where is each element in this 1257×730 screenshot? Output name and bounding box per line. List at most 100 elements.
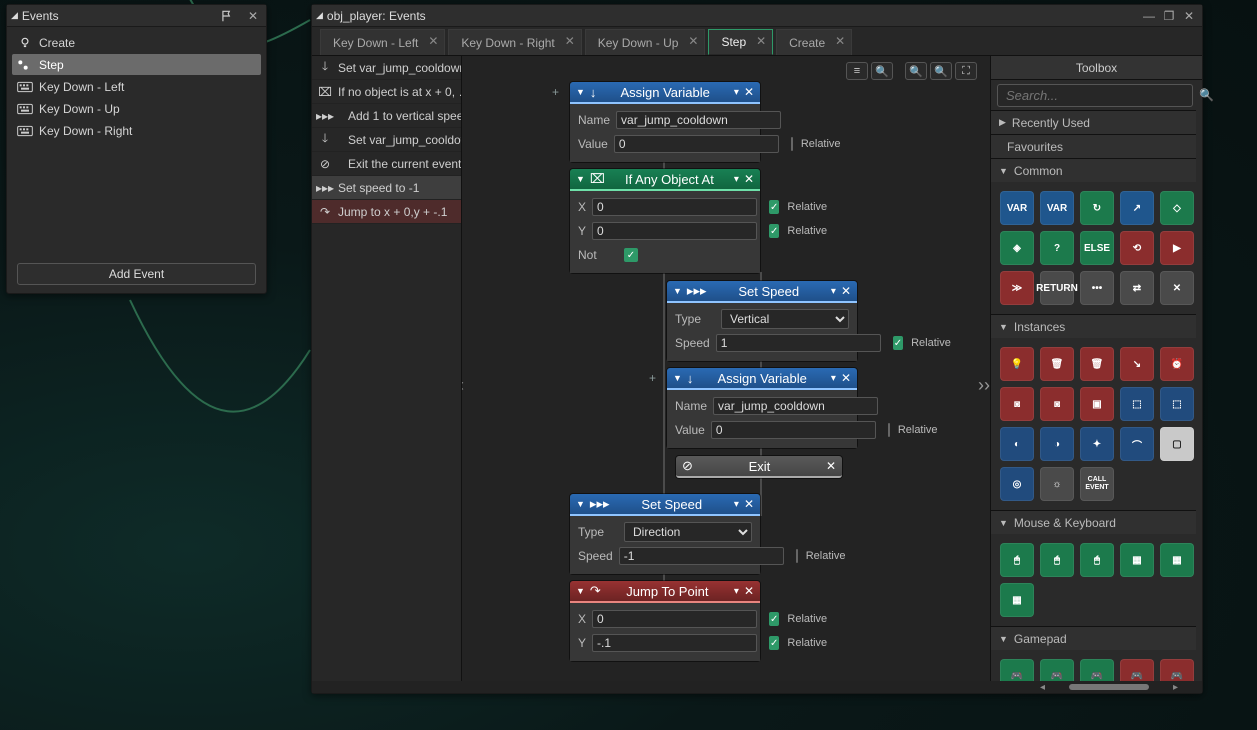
scroll-left-arrow-icon[interactable]: ◂ bbox=[1040, 682, 1045, 693]
action-tile[interactable]: ▦ bbox=[1160, 543, 1194, 577]
section-mouse-keyboard[interactable]: Mouse & Keyboard bbox=[991, 510, 1196, 534]
close-tab-icon[interactable]: ✕ bbox=[565, 34, 575, 48]
action-tile[interactable]: 🖱 bbox=[1000, 543, 1034, 577]
action-row[interactable]: ▸▸▸Set speed to -1 bbox=[312, 176, 461, 200]
x-input[interactable] bbox=[592, 198, 757, 216]
action-tile[interactable]: ◙ bbox=[1040, 387, 1074, 421]
action-tile[interactable]: ▢ bbox=[1160, 427, 1194, 461]
action-tile[interactable]: ⟲ bbox=[1120, 231, 1154, 265]
fullscreen-icon[interactable]: ⛶ bbox=[955, 62, 977, 80]
action-tile[interactable]: ◐ bbox=[1000, 427, 1034, 461]
relative-checkbox[interactable]: ✓ bbox=[769, 200, 779, 214]
action-tile[interactable]: RETURN bbox=[1040, 271, 1074, 305]
action-tile[interactable]: ⌒ bbox=[1120, 427, 1154, 461]
not-checkbox[interactable]: ✓ bbox=[624, 248, 638, 262]
action-tile[interactable]: ◙ bbox=[1000, 387, 1034, 421]
action-row[interactable]: ▸▸▸Add 1 to vertical speed bbox=[312, 104, 461, 128]
value-input[interactable] bbox=[614, 135, 779, 153]
name-input[interactable] bbox=[713, 397, 878, 415]
close-node-icon[interactable]: ✕ bbox=[744, 85, 754, 99]
action-tile[interactable]: ☼ bbox=[1040, 467, 1074, 501]
close-panel-icon[interactable]: ✕ bbox=[244, 9, 262, 23]
action-tile[interactable]: 🖱 bbox=[1080, 543, 1114, 577]
action-tile[interactable]: ◎ bbox=[1000, 467, 1034, 501]
action-tile[interactable]: VAR bbox=[1000, 191, 1034, 225]
type-select[interactable]: Direction bbox=[624, 522, 752, 542]
section-common[interactable]: Common bbox=[991, 158, 1196, 182]
action-tile[interactable]: ••• bbox=[1080, 271, 1114, 305]
action-tile[interactable]: 🎮 bbox=[1080, 659, 1114, 681]
section-gamepad[interactable]: Gamepad bbox=[991, 626, 1196, 650]
close-tab-icon[interactable]: ✕ bbox=[756, 34, 766, 48]
node-assign-variable[interactable]: + ▼↓Assign Variable▾✕ Name ValueRelative bbox=[667, 368, 857, 448]
main-titlebar[interactable]: ◢ obj_player: Events — ❐ ✕ bbox=[312, 5, 1202, 27]
action-tile[interactable]: 💡 bbox=[1000, 347, 1034, 381]
flag-icon[interactable] bbox=[220, 9, 234, 23]
event-item-key-up[interactable]: Key Down - Up bbox=[12, 98, 261, 119]
search-icon[interactable]: 🔍 bbox=[1199, 88, 1214, 102]
action-tile[interactable]: CALL EVENT bbox=[1080, 467, 1114, 501]
action-tile[interactable]: ✦ bbox=[1080, 427, 1114, 461]
value-input[interactable] bbox=[711, 421, 876, 439]
close-node-icon[interactable]: ✕ bbox=[744, 172, 754, 186]
relative-checkbox[interactable]: ✓ bbox=[769, 612, 779, 626]
action-tile[interactable]: ↗ bbox=[1120, 191, 1154, 225]
action-tile[interactable]: VAR bbox=[1040, 191, 1074, 225]
action-tile[interactable]: ⬚ bbox=[1120, 387, 1154, 421]
action-row[interactable]: 🡓Set var_jump_cooldown bbox=[312, 128, 461, 152]
search-input[interactable] bbox=[997, 84, 1193, 107]
y-input[interactable] bbox=[592, 222, 757, 240]
scroll-right-icon[interactable]: ›› bbox=[978, 375, 990, 396]
action-tile[interactable]: 🗑 bbox=[1040, 347, 1074, 381]
action-row[interactable]: ⊘Exit the current event bbox=[312, 152, 461, 176]
event-item-step[interactable]: Step bbox=[12, 54, 261, 75]
close-node-icon[interactable]: ✕ bbox=[841, 284, 851, 298]
tab-step[interactable]: Step✕ bbox=[708, 29, 773, 55]
action-tile[interactable]: ⇄ bbox=[1120, 271, 1154, 305]
action-tile[interactable]: 🎮 bbox=[1000, 659, 1034, 681]
action-tile[interactable]: ↘ bbox=[1120, 347, 1154, 381]
relative-checkbox[interactable]: ✓ bbox=[769, 224, 779, 238]
tab-create[interactable]: Create✕ bbox=[776, 29, 852, 55]
node-if-object-at[interactable]: ▼⌧If Any Object At▾✕ X✓Relative Y✓Relati… bbox=[570, 169, 760, 273]
maximize-icon[interactable]: ❐ bbox=[1160, 9, 1178, 23]
action-tile[interactable]: ◇ bbox=[1160, 191, 1194, 225]
add-node-icon[interactable]: + bbox=[552, 85, 559, 99]
relative-checkbox[interactable] bbox=[888, 423, 890, 437]
action-tile[interactable]: 🖱 bbox=[1040, 543, 1074, 577]
speed-input[interactable] bbox=[716, 334, 881, 352]
action-tile[interactable]: 🎮 bbox=[1160, 659, 1194, 681]
close-node-icon[interactable]: ✕ bbox=[744, 497, 754, 511]
scroll-left-icon[interactable]: ‹‹ bbox=[462, 375, 464, 396]
x-input[interactable] bbox=[592, 610, 757, 628]
node-exit[interactable]: ⊘Exit✕ bbox=[676, 456, 842, 478]
relative-checkbox[interactable] bbox=[791, 137, 793, 151]
section-favourites[interactable]: Favourites bbox=[991, 134, 1196, 158]
relative-checkbox[interactable] bbox=[796, 549, 798, 563]
action-tile[interactable]: ▦ bbox=[1000, 583, 1034, 617]
section-recent[interactable]: Recently Used bbox=[991, 110, 1196, 134]
relative-checkbox[interactable]: ✓ bbox=[769, 636, 779, 650]
action-tile[interactable]: ↻ bbox=[1080, 191, 1114, 225]
action-tile[interactable]: 🗑 bbox=[1080, 347, 1114, 381]
add-event-button[interactable]: Add Event bbox=[17, 263, 256, 285]
action-tile[interactable]: ▶ bbox=[1160, 231, 1194, 265]
node-jump-to-point[interactable]: ▼↷Jump To Point▾✕ X✓Relative Y✓Relative bbox=[570, 581, 760, 661]
close-tab-icon[interactable]: ✕ bbox=[835, 34, 845, 48]
minimize-icon[interactable]: — bbox=[1140, 9, 1158, 23]
tab-key-left[interactable]: Key Down - Left✕ bbox=[320, 29, 445, 55]
event-item-create[interactable]: Create bbox=[12, 32, 261, 53]
close-node-icon[interactable]: ✕ bbox=[826, 459, 836, 473]
zoom-reset-icon[interactable]: 🔍 bbox=[905, 62, 927, 80]
action-tile[interactable]: 🎮 bbox=[1120, 659, 1154, 681]
action-row[interactable]: ⌧If no object is at x + 0, … bbox=[312, 80, 461, 104]
action-tile[interactable]: 🎮 bbox=[1040, 659, 1074, 681]
action-tile[interactable]: ? bbox=[1040, 231, 1074, 265]
node-set-speed[interactable]: ▼▸▸▸Set Speed▾✕ TypeDirection SpeedRelat… bbox=[570, 494, 760, 574]
close-tab-icon[interactable]: ✕ bbox=[428, 34, 438, 48]
relative-checkbox[interactable]: ✓ bbox=[893, 336, 903, 350]
y-input[interactable] bbox=[592, 634, 757, 652]
action-tile[interactable]: ✕ bbox=[1160, 271, 1194, 305]
action-tile[interactable]: ⬚ bbox=[1160, 387, 1194, 421]
list-view-icon[interactable]: ≡ bbox=[846, 62, 868, 80]
